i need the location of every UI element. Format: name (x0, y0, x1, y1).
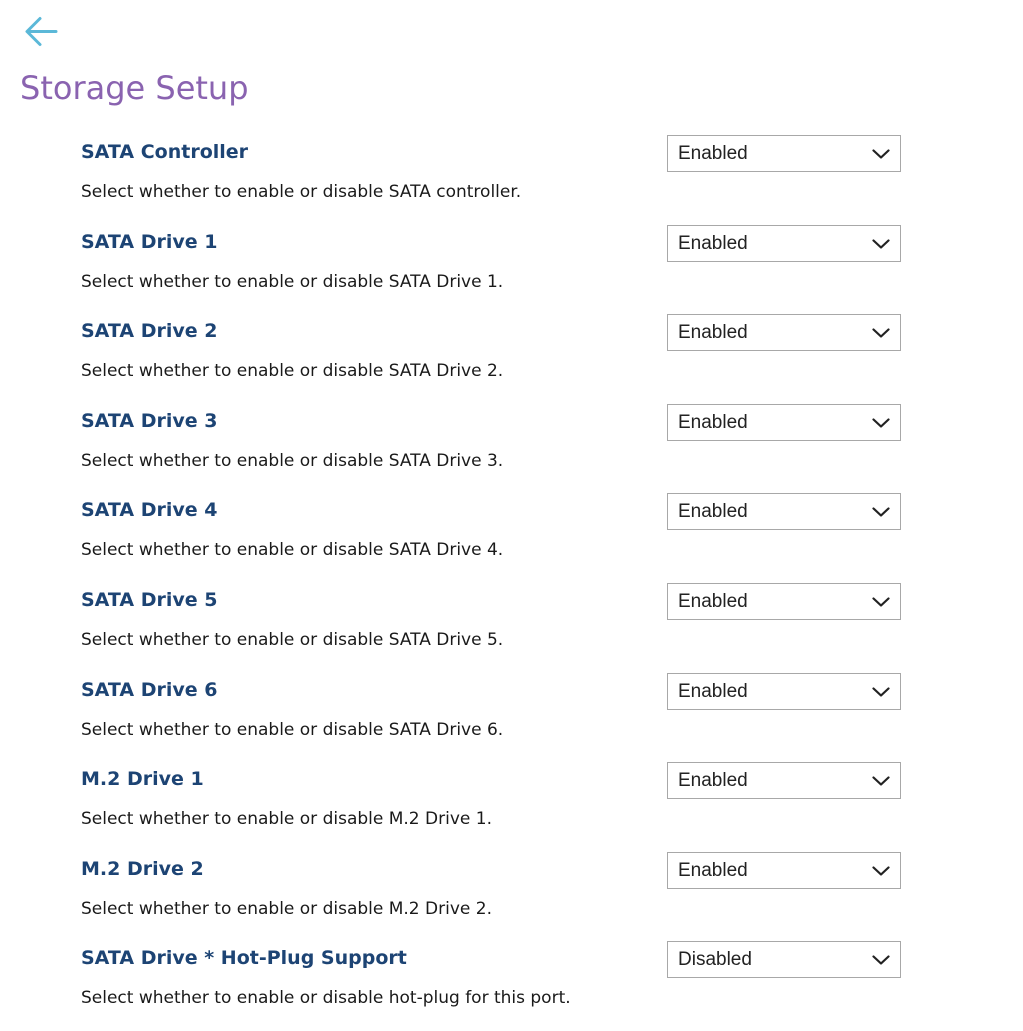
setting-description: Select whether to enable or disable M.2 … (81, 809, 492, 830)
select-value: Enabled (678, 322, 748, 344)
select-value: Enabled (678, 770, 748, 792)
settings-list: SATA Controller Enabled Select whether t… (0, 135, 1023, 1031)
chevron-down-icon (872, 327, 890, 339)
sata-drive-1-select[interactable]: Enabled (667, 224, 901, 262)
setting-description: Select whether to enable or disable SATA… (81, 540, 504, 561)
select-value: Enabled (678, 680, 748, 702)
setting-description: Select whether to enable or disable SATA… (81, 271, 504, 292)
chevron-down-icon (872, 238, 890, 250)
setting-description: Select whether to enable or disable SATA… (81, 361, 504, 382)
chevron-down-icon (872, 686, 890, 698)
sata-drive-5-select[interactable]: Enabled (667, 582, 901, 620)
select-value: Enabled (678, 501, 748, 523)
setting-description: Select whether to enable or disable SATA… (81, 450, 504, 471)
setting-description: Select whether to enable or disable hot-… (81, 988, 571, 1009)
setting-label: M.2 Drive 1 (81, 768, 204, 791)
setting-row-m2-drive-2: M.2 Drive 2 Enabled Select whether to en… (0, 851, 1023, 942)
select-value: Enabled (678, 411, 748, 433)
sata-drive-3-select[interactable]: Enabled (667, 403, 901, 441)
page-title: Storage Setup (20, 69, 249, 107)
setting-description: Select whether to enable or disable SATA… (81, 182, 522, 202)
setting-row-sata-controller: SATA Controller Enabled Select whether t… (0, 135, 1023, 225)
setting-row-m2-drive-1: M.2 Drive 1 Enabled Select whether to en… (0, 762, 1023, 852)
setting-row-sata-drive-5: SATA Drive 5 Enabled Select whether to e… (0, 582, 1023, 673)
select-value: Enabled (678, 232, 748, 254)
chevron-down-icon (872, 148, 890, 160)
setting-description: Select whether to enable or disable M.2 … (81, 898, 492, 919)
sata-drive-2-select[interactable]: Enabled (667, 314, 901, 352)
setting-row-hot-plug-support: SATA Drive * Hot-Plug Support Disabled S… (0, 941, 1023, 1031)
select-value: Enabled (678, 143, 748, 164)
select-value: Disabled (678, 949, 752, 971)
chevron-down-icon (872, 417, 890, 429)
chevron-down-icon (872, 506, 890, 518)
sata-drive-4-select[interactable]: Enabled (667, 493, 901, 531)
setting-description: Select whether to enable or disable SATA… (81, 629, 504, 650)
setting-label: M.2 Drive 2 (81, 857, 204, 880)
setting-row-sata-drive-2: SATA Drive 2 Enabled Select whether to e… (0, 314, 1023, 404)
setting-row-sata-drive-1: SATA Drive 1 Enabled Select whether to e… (0, 224, 1023, 315)
chevron-down-icon (872, 775, 890, 787)
setting-label: SATA Drive * Hot-Plug Support (81, 947, 407, 970)
setting-label: SATA Drive 4 (81, 499, 218, 522)
setting-label: SATA Drive 3 (81, 409, 218, 432)
m2-drive-2-select[interactable]: Enabled (667, 851, 901, 889)
select-value: Enabled (678, 590, 748, 612)
setting-row-sata-drive-3: SATA Drive 3 Enabled Select whether to e… (0, 403, 1023, 494)
arrow-left-icon (22, 12, 62, 52)
m2-drive-1-select[interactable]: Enabled (667, 762, 901, 800)
chevron-down-icon (872, 954, 890, 966)
hot-plug-support-select[interactable]: Disabled (667, 941, 901, 979)
setting-label: SATA Drive 6 (81, 678, 218, 701)
back-button[interactable] (22, 12, 62, 52)
chevron-down-icon (872, 865, 890, 877)
setting-row-sata-drive-6: SATA Drive 6 Enabled Select whether to e… (0, 672, 1023, 763)
setting-label: SATA Controller (81, 141, 249, 163)
setting-description: Select whether to enable or disable SATA… (81, 719, 504, 740)
setting-label: SATA Drive 5 (81, 588, 218, 611)
setting-label: SATA Drive 1 (81, 230, 218, 253)
setting-label: SATA Drive 2 (81, 320, 218, 343)
sata-controller-select[interactable]: Enabled (667, 135, 901, 172)
select-value: Enabled (678, 859, 748, 881)
chevron-down-icon (872, 596, 890, 608)
setting-row-sata-drive-4: SATA Drive 4 Enabled Select whether to e… (0, 493, 1023, 583)
sata-drive-6-select[interactable]: Enabled (667, 672, 901, 710)
